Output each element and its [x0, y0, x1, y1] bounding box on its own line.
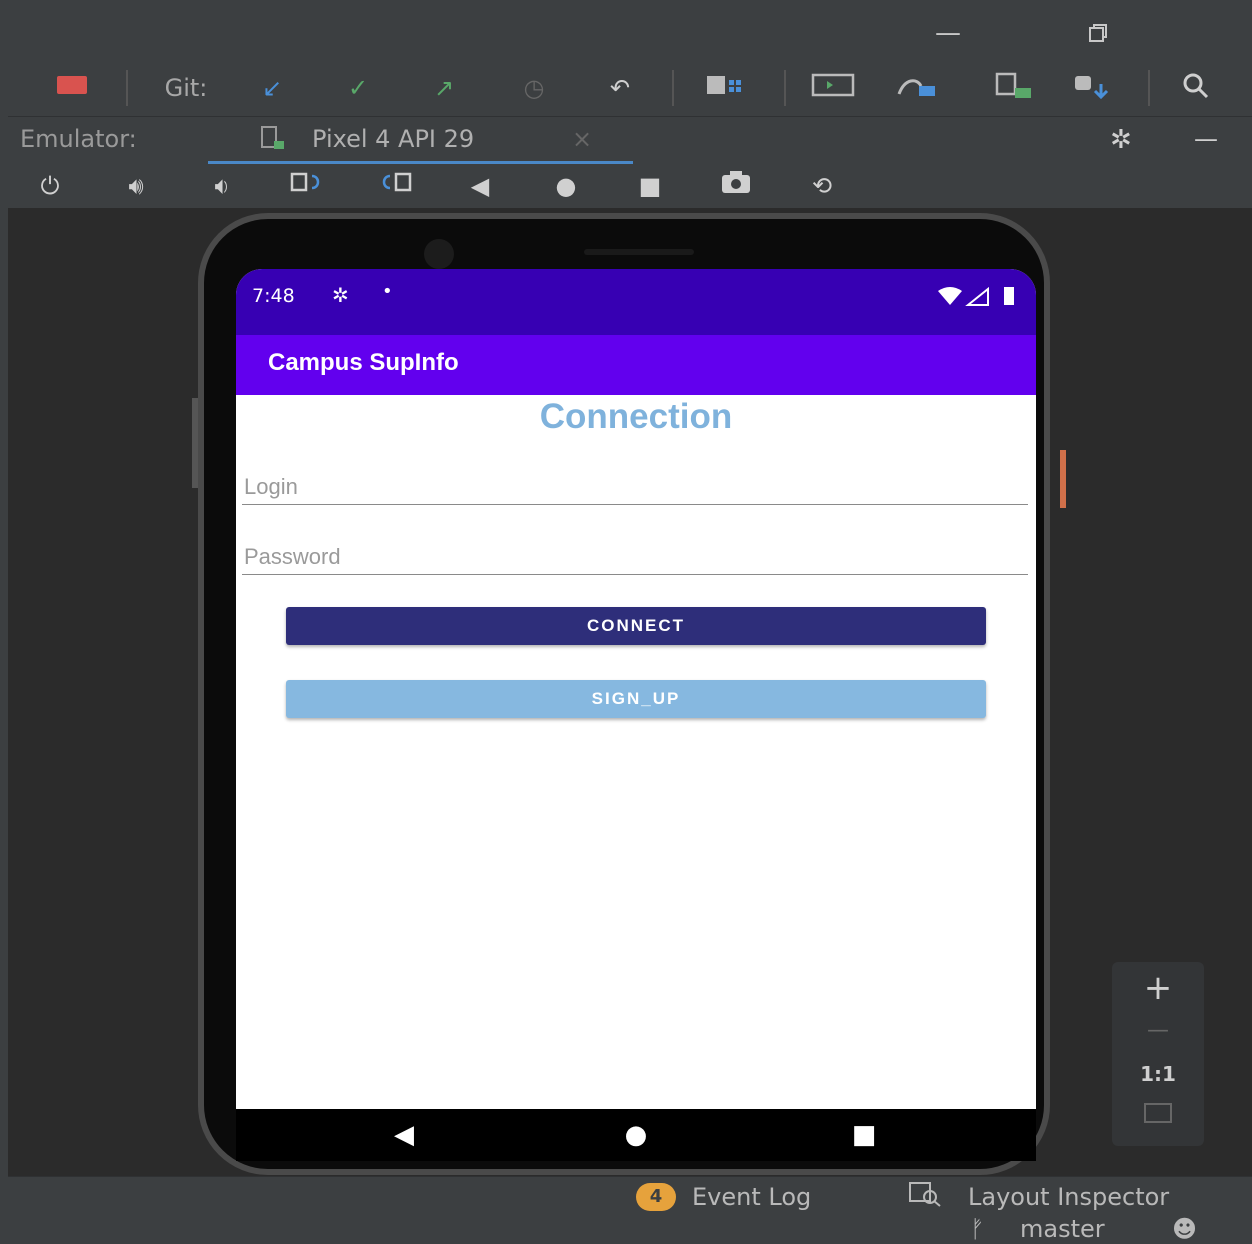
emulator-controls: ⏻ 🔊︎ 🔉︎ ◀ ● ■ ⟲	[8, 164, 1252, 210]
camera-icon	[424, 239, 454, 269]
stop-icon[interactable]	[54, 72, 90, 104]
layout-inspector-icon	[908, 1181, 944, 1213]
git-push-icon[interactable]: ↗	[426, 72, 462, 104]
power-icon[interactable]: ⏻	[30, 170, 70, 202]
tab-pixel-4-api-29[interactable]: Pixel 4 API 29	[312, 125, 474, 153]
volume-up-icon[interactable]: 🔊︎	[116, 170, 156, 202]
ide-window: — Git: ↙ ✓ ↗ ◷ ↶ Emulator: Pixel 4 API 2…	[8, 8, 1252, 1244]
branch-icon: ᚠ	[970, 1215, 985, 1243]
sdk-manager-icon[interactable]	[1066, 72, 1116, 104]
zoom-out-button[interactable]: —	[1112, 1018, 1204, 1043]
undo-icon[interactable]: ↶	[602, 72, 638, 104]
status-time: 7:48	[252, 285, 295, 307]
sync-icon[interactable]	[988, 72, 1038, 104]
sign-up-button[interactable]: SIGN_UP	[286, 680, 986, 718]
emulator-label: Emulator:	[20, 125, 137, 153]
main-toolbar: Git: ↙ ✓ ↗ ◷ ↶	[8, 60, 1252, 116]
ide-status-bar: 4 Event Log Layout Inspector ᚠ master ☻	[8, 1176, 1252, 1244]
rotate-right-icon[interactable]	[374, 170, 414, 202]
zoom-panel: + — 1:1	[1112, 962, 1204, 1146]
gear-icon[interactable]: ✲	[1110, 125, 1132, 155]
git-commit-icon[interactable]: ✓	[340, 72, 376, 104]
settings-notification-icon: ✲	[332, 283, 349, 307]
hide-panel-icon[interactable]: —	[1194, 125, 1218, 153]
minimize-icon[interactable]: —	[928, 16, 968, 50]
emulator-display: 7:48 ✲ • Campus SupInfo Connection CONNE…	[8, 208, 1252, 1184]
volume-side-button	[192, 398, 198, 488]
notification-dot-icon: •	[382, 281, 393, 302]
emulator-tab-bar: Emulator: Pixel 4 API 29 × ✲ —	[8, 116, 1252, 165]
phone-frame: 7:48 ✲ • Campus SupInfo Connection CONNE…	[198, 213, 1050, 1175]
layout-inspector-button[interactable]: Layout Inspector	[968, 1183, 1169, 1211]
nav-home-icon[interactable]: ●	[616, 1119, 656, 1151]
volume-down-icon[interactable]: 🔉︎	[202, 170, 242, 202]
rotate-left-icon[interactable]	[288, 170, 328, 202]
device-icon	[260, 125, 288, 157]
toolbar-separator	[672, 70, 674, 106]
event-log-button[interactable]: Event Log	[692, 1183, 811, 1211]
emulator-icon[interactable]	[808, 72, 858, 104]
speaker-grille	[584, 249, 694, 255]
search-icon[interactable]	[1174, 72, 1218, 104]
wifi-signal-battery-icon	[936, 285, 1024, 311]
app-bar: Campus SupInfo	[236, 335, 1036, 395]
title-bar: —	[8, 8, 1252, 58]
nav-overview-icon[interactable]: ■	[844, 1119, 884, 1151]
toolbar-separator	[126, 70, 128, 106]
phone-screen: 7:48 ✲ • Campus SupInfo Connection CONNE…	[236, 269, 1036, 1109]
screenshot-icon[interactable]	[716, 170, 756, 202]
login-input[interactable]	[242, 469, 1028, 505]
power-side-button	[1060, 450, 1066, 508]
android-status-bar: 7:48 ✲ •	[236, 269, 1036, 335]
toolbar-separator	[784, 70, 786, 106]
connection-heading: Connection	[539, 397, 733, 436]
connect-button[interactable]: CONNECT	[286, 607, 986, 645]
close-tab-icon[interactable]: ×	[572, 125, 592, 153]
password-input[interactable]	[242, 539, 1028, 575]
feedback-smiley-icon[interactable]: ☻	[1172, 1215, 1197, 1243]
restore-icon[interactable]	[1078, 16, 1118, 50]
snapshot-icon[interactable]: ⟲	[802, 170, 842, 202]
actual-size-button[interactable]: 1:1	[1112, 1062, 1204, 1086]
toolbar-separator	[1148, 70, 1150, 106]
app-title: Campus SupInfo	[268, 349, 459, 376]
back-icon[interactable]: ◀	[460, 170, 500, 202]
android-nav-bar: ◀ ● ■	[236, 1109, 1036, 1161]
overview-icon[interactable]: ■	[630, 170, 670, 202]
zoom-in-button[interactable]: +	[1112, 968, 1204, 1008]
git-branch-label[interactable]: master	[1020, 1215, 1105, 1243]
event-count-badge: 4	[636, 1183, 676, 1211]
project-structure-icon[interactable]	[700, 72, 750, 104]
git-history-icon[interactable]: ◷	[516, 72, 552, 104]
git-update-icon[interactable]: ↙	[254, 72, 290, 104]
nav-back-icon[interactable]: ◀	[384, 1119, 424, 1151]
device-manager-icon[interactable]	[892, 72, 942, 104]
home-icon[interactable]: ●	[546, 170, 586, 202]
git-label: Git:	[164, 74, 208, 102]
fit-screen-icon[interactable]	[1112, 1102, 1204, 1128]
